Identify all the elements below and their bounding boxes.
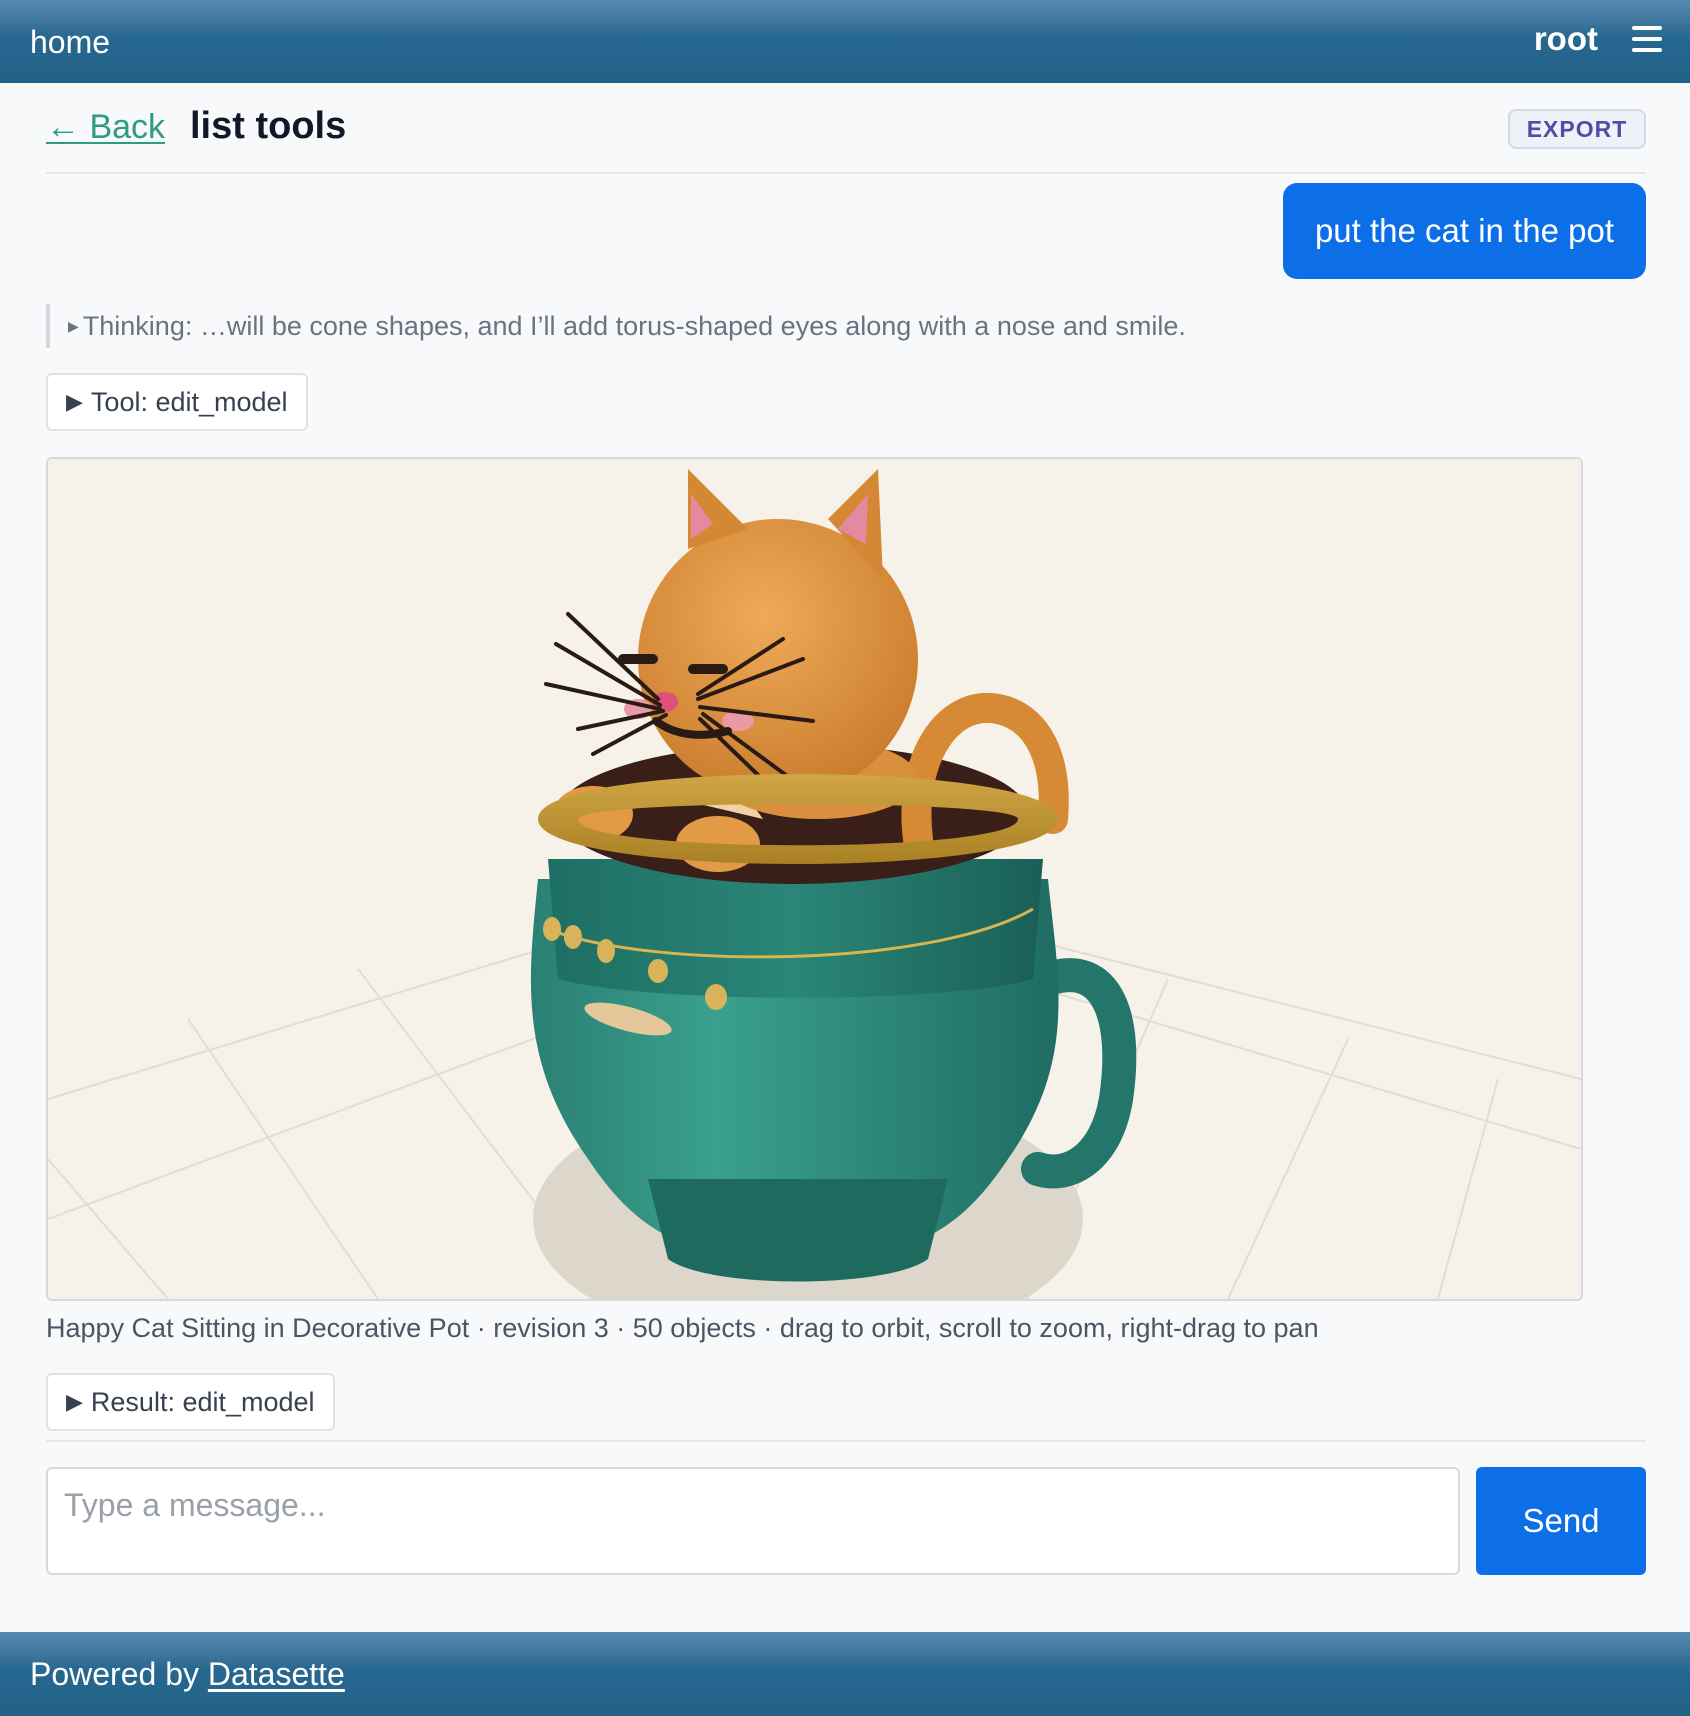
disclosure-caret-icon: ▶ [68,317,79,334]
thinking-summary[interactable]: ▶ Thinking: …will be cone shapes, and I’… [46,304,1186,348]
footer-prefix: Powered by [30,1656,208,1692]
triangle-right-icon: ▶ [66,389,83,414]
top-navigation-bar: home root [0,0,1690,83]
triangle-right-icon: ▶ [66,1389,83,1414]
tool-result-toggle[interactable]: ▶ Result: edit_model [46,1373,335,1431]
pot-base [648,1179,948,1282]
user-message-text: put the cat in the pot [1314,212,1614,249]
hamburger-menu-icon[interactable] [1632,26,1662,52]
user-message-bubble: put the cat in the pot [1282,183,1646,279]
export-button[interactable]: EXPORT [1508,109,1646,149]
cat-eye-left [618,654,658,664]
footer-text: Powered by Datasette [30,1656,345,1693]
tool-result-label: Result: edit_model [90,1386,315,1417]
model-caption: Happy Cat Sitting in Decorative Pot · re… [46,1313,1319,1343]
home-link[interactable]: home [30,24,110,61]
back-link[interactable]: ← Back [46,108,165,147]
page-header: ← Back list tools EXPORT [46,100,1646,174]
thinking-text: Thinking: …will be cone shapes, and I’ll… [82,310,1186,341]
footer: Powered by Datasette [0,1632,1690,1716]
cat-eye-right [688,664,728,674]
3d-scene-render [48,469,1581,1299]
user-name[interactable]: root [1534,20,1598,58]
tool-call-label: Tool: edit_model [90,386,288,417]
message-input[interactable] [46,1467,1460,1575]
page-title: list tools [190,105,347,147]
datasette-link[interactable]: Datasette [208,1656,345,1692]
tool-call-toggle[interactable]: ▶ Tool: edit_model [46,373,308,431]
composer-divider [46,1440,1646,1442]
3d-model-viewer[interactable] [46,457,1583,1301]
send-button[interactable]: Send [1476,1467,1646,1575]
